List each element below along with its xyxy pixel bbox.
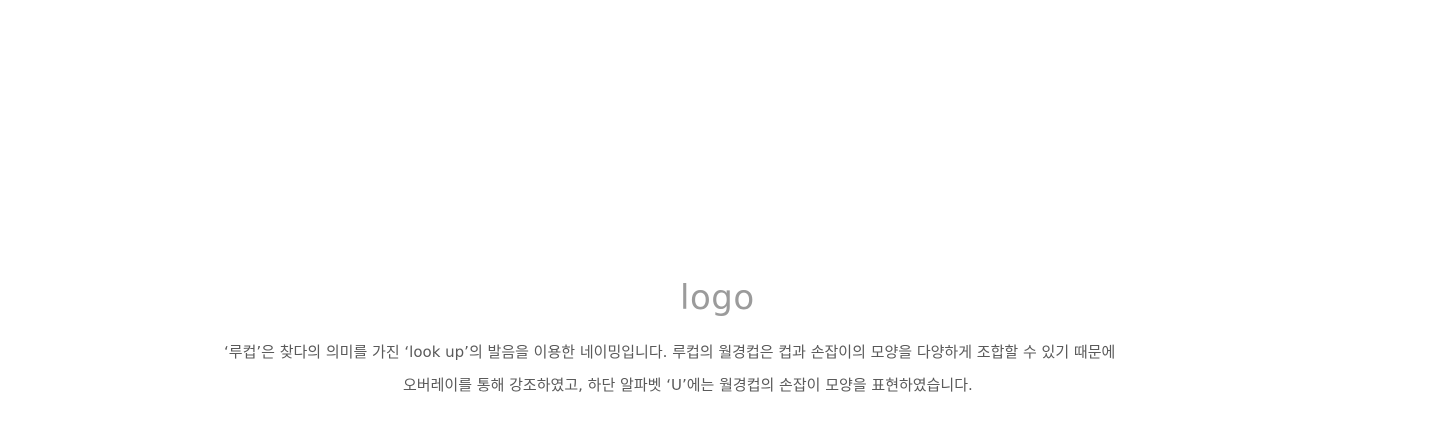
description-line-1: ‘루컵’은 찾다의 의미를 가진 ‘look up’의 발음을 이용한 네이밍입… [224,343,1116,361]
logo-description: ‘루컵’은 찾다의 의미를 가진 ‘look up’의 발음을 이용한 네이밍입… [160,336,1280,402]
description-line-2: 오버레이를 통해 강조하였고, 하단 알파벳 ‘U’에는 월경컵의 손잡이 모양… [403,376,973,394]
page: logo ‘루컵’은 찾다의 의미를 가진 ‘look up’의 발음을 이용한… [0,0,1441,441]
section-heading-logo: logo [680,278,755,318]
